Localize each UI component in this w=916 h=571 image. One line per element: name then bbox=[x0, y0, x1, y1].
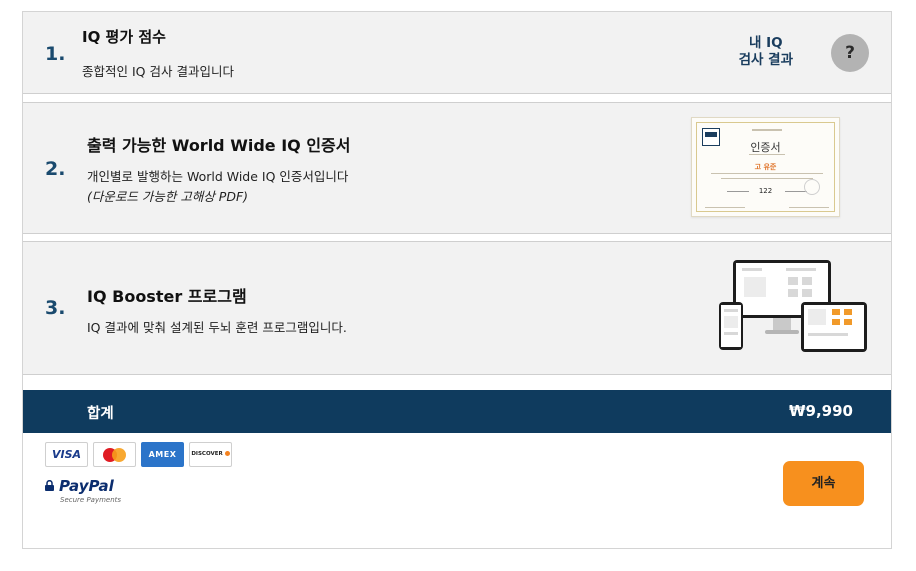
my-iq-result-link[interactable]: 내 IQ 검사 결과 bbox=[739, 35, 793, 69]
item-certificate: 2. 출력 가능한 World Wide IQ 인증서 개인별로 발행하는 Wo… bbox=[23, 102, 891, 234]
item-title: IQ 평가 점수 bbox=[82, 28, 166, 46]
paypal-text: PayPal bbox=[59, 477, 114, 495]
item-number: 3. bbox=[45, 297, 66, 319]
my-iq-line2: 검사 결과 bbox=[738, 52, 793, 68]
continue-button[interactable]: 계속 bbox=[783, 461, 864, 506]
visa-icon: VISA bbox=[45, 442, 88, 467]
mastercard-icon bbox=[93, 442, 136, 467]
item-iq-booster: 3. IQ Booster 프로그램 IQ 결과에 맞춰 설계된 두뇌 훈련 프… bbox=[23, 241, 891, 375]
item-title: 출력 가능한 World Wide IQ 인증서 bbox=[87, 136, 351, 155]
item-number: 2. bbox=[45, 158, 66, 180]
certificate-heading: 인증서 bbox=[750, 141, 781, 154]
item-description: IQ 결과에 맞춰 설계된 두뇌 훈련 프로그램입니다. bbox=[87, 320, 347, 335]
help-icon[interactable]: ? bbox=[831, 34, 869, 72]
total-amount: ₩9,990 bbox=[789, 402, 853, 420]
item-description: 개인별로 발행하는 World Wide IQ 인증서입니다 bbox=[87, 169, 349, 184]
certificate-name: 고 유준 bbox=[754, 163, 777, 171]
item-number: 1. bbox=[45, 43, 66, 65]
paypal-subtext: Secure Payments bbox=[60, 496, 122, 504]
certificate-seal-icon bbox=[804, 179, 820, 195]
devices-illustration bbox=[717, 256, 869, 356]
item-description: 종합적인 IQ 검사 결과입니다 bbox=[82, 64, 234, 79]
tablet-icon bbox=[801, 302, 867, 352]
phone-icon bbox=[719, 302, 743, 350]
certificate-preview-image: 인증서 고 유준 122 bbox=[691, 117, 840, 217]
discover-icon: DISCOVER bbox=[189, 442, 232, 467]
checkout-summary: 1. IQ 평가 점수 종합적인 IQ 검사 결과입니다 내 IQ 검사 결과 … bbox=[22, 11, 892, 549]
item-note: (다운로드 가능한 고해상 PDF) bbox=[87, 189, 249, 204]
my-iq-line1: 내 IQ bbox=[748, 35, 783, 51]
amex-icon: AMEX bbox=[141, 442, 184, 467]
total-bar: 합계 ₩9,990 bbox=[23, 390, 891, 433]
item-iq-score: 1. IQ 평가 점수 종합적인 IQ 검사 결과입니다 내 IQ 검사 결과 … bbox=[23, 12, 891, 94]
total-label: 합계 bbox=[87, 406, 114, 422]
lock-icon bbox=[45, 480, 54, 491]
item-title: IQ Booster 프로그램 bbox=[87, 287, 247, 306]
